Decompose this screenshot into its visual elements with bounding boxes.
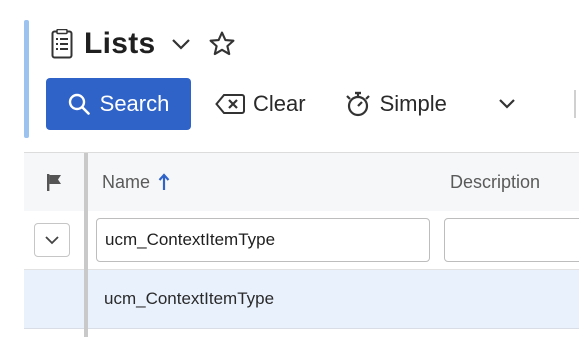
filter-row [24, 211, 579, 270]
simple-mode-button[interactable]: Simple [344, 78, 447, 130]
column-header-description-label: Description [450, 171, 541, 192]
cell-name: ucm_ContextItemType [104, 289, 275, 308]
toolbar-divider [574, 90, 576, 118]
clear-button-label: Clear [253, 91, 306, 116]
description-filter-input[interactable] [444, 218, 579, 262]
column-header-name-label: Name [102, 171, 151, 192]
lists-grid: Name Description ucm_ContextItemType [24, 152, 579, 337]
table-row[interactable]: ucm_ContextItemType [24, 270, 579, 329]
search-button[interactable]: Search [46, 78, 191, 130]
chevron-down-icon [44, 235, 60, 245]
page-header: Lists [50, 18, 238, 70]
expand-filter-button[interactable] [34, 223, 70, 257]
chevron-down-icon [498, 98, 516, 110]
search-button-label: Search [99, 91, 170, 116]
accent-bar [24, 20, 29, 138]
chevron-down-icon[interactable] [168, 31, 194, 57]
search-icon [68, 93, 90, 115]
clear-button[interactable]: Clear [215, 78, 306, 130]
list-document-icon [50, 28, 74, 60]
grid-header-row: Name Description [24, 153, 579, 212]
sort-ascending-icon [158, 173, 170, 191]
simple-mode-label: Simple [379, 91, 447, 116]
column-divider[interactable] [84, 153, 88, 337]
more-options-button[interactable] [495, 78, 519, 130]
column-header-description[interactable]: Description [450, 153, 540, 211]
favorite-star-icon[interactable] [206, 28, 238, 60]
page-title: Lists [84, 27, 156, 60]
flag-column-header[interactable] [24, 153, 84, 211]
backspace-clear-icon [215, 93, 245, 115]
timer-icon [344, 90, 372, 118]
column-header-name[interactable]: Name [102, 153, 170, 211]
toolbar: Search Clear Simple [46, 78, 519, 130]
name-filter-input[interactable] [96, 218, 430, 262]
flag-icon [44, 172, 64, 192]
